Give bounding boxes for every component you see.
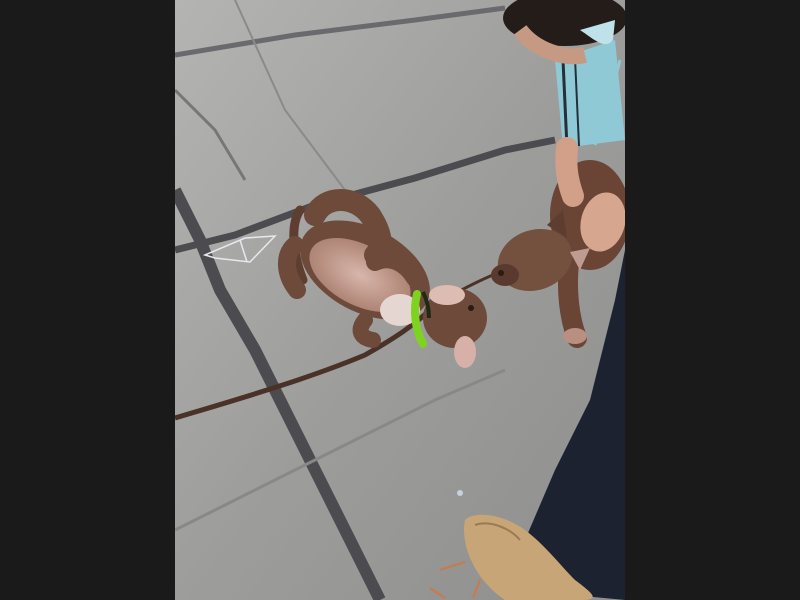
photo xyxy=(175,0,625,600)
photo-scene xyxy=(175,0,625,600)
floor-speck xyxy=(457,490,463,496)
letterbox-frame xyxy=(0,0,800,600)
puppy-back-leg xyxy=(278,236,306,299)
